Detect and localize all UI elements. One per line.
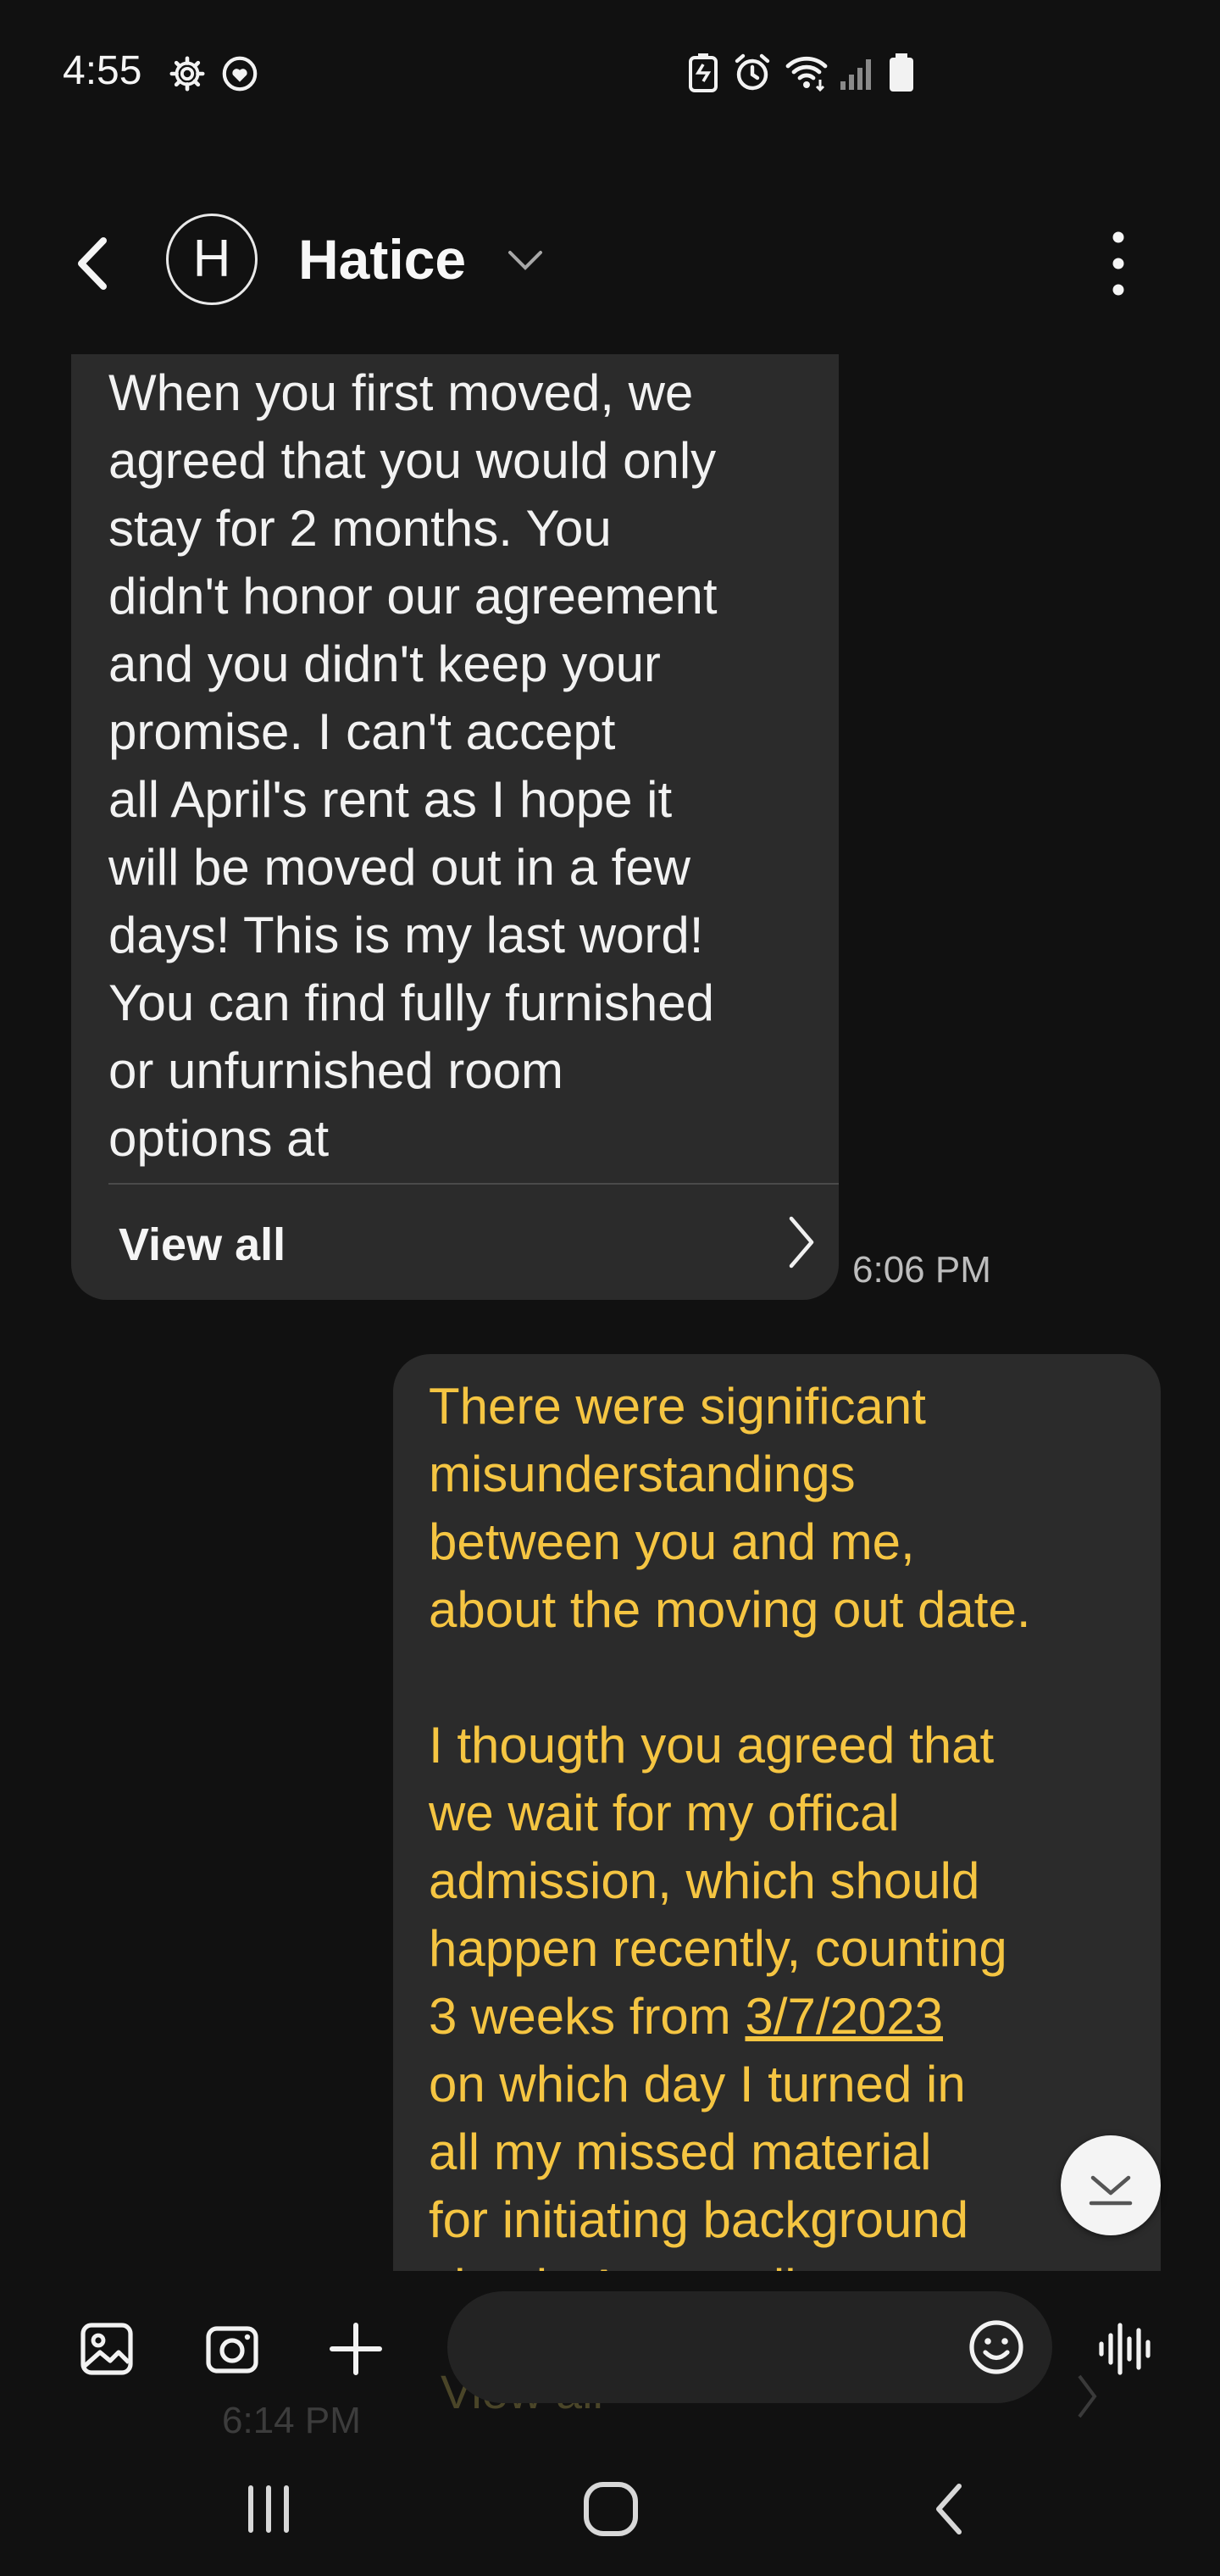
emoji-icon[interactable] <box>968 2318 1025 2376</box>
battery-saver-icon <box>689 53 718 92</box>
voice-icon[interactable] <box>1096 2318 1157 2379</box>
message-text: There were significant misunderstandings… <box>429 1373 1149 2271</box>
chevron-right-icon <box>789 1216 814 1269</box>
divider <box>108 1183 839 1185</box>
signal-icon <box>840 59 871 90</box>
navigation-bar <box>0 2440 1220 2576</box>
settings-icon <box>169 56 205 92</box>
conversation-header: H Hatice <box>0 186 1220 339</box>
alarm-icon <box>735 53 770 91</box>
back-button[interactable] <box>66 234 125 293</box>
scroll-to-bottom-button[interactable] <box>1061 2135 1161 2235</box>
contact-name[interactable]: Hatice <box>298 227 466 291</box>
more-options-button[interactable] <box>1101 225 1135 302</box>
avatar[interactable]: H <box>166 214 258 305</box>
chevron-down-icon <box>1089 2175 1133 2206</box>
message-text-part: There were significant misunderstandings… <box>429 1378 1031 2045</box>
date-link[interactable]: 3/7/2023 <box>745 1988 943 2045</box>
chevron-down-icon[interactable] <box>507 247 544 273</box>
outgoing-message-bubble[interactable]: There were significant misunderstandings… <box>393 1354 1161 2271</box>
message-text-part: on which day I turned in all my missed m… <box>429 2056 969 2271</box>
gallery-icon[interactable] <box>78 2320 136 2378</box>
view-all-button[interactable]: View all <box>119 1188 839 1300</box>
wifi-icon <box>785 56 828 92</box>
incoming-message-bubble[interactable]: When you first moved, we agreed that you… <box>71 354 839 1300</box>
status-time: 4:55 <box>63 48 142 93</box>
message-composer <box>0 2271 1220 2423</box>
view-all-label: View all <box>119 1219 286 1270</box>
recent-apps-button[interactable] <box>239 2479 298 2539</box>
status-bar: 4:55 <box>0 0 1220 144</box>
message-input[interactable] <box>447 2291 1052 2403</box>
message-timestamp: 6:06 PM <box>852 1249 991 1291</box>
battery-icon <box>890 53 913 92</box>
back-nav-button[interactable] <box>922 2479 981 2539</box>
plus-icon[interactable] <box>327 2320 385 2378</box>
home-button[interactable] <box>580 2478 642 2540</box>
message-text: When you first moved, we agreed that you… <box>108 364 718 1167</box>
camera-icon[interactable] <box>203 2320 261 2378</box>
heart-shield-icon <box>222 56 258 92</box>
